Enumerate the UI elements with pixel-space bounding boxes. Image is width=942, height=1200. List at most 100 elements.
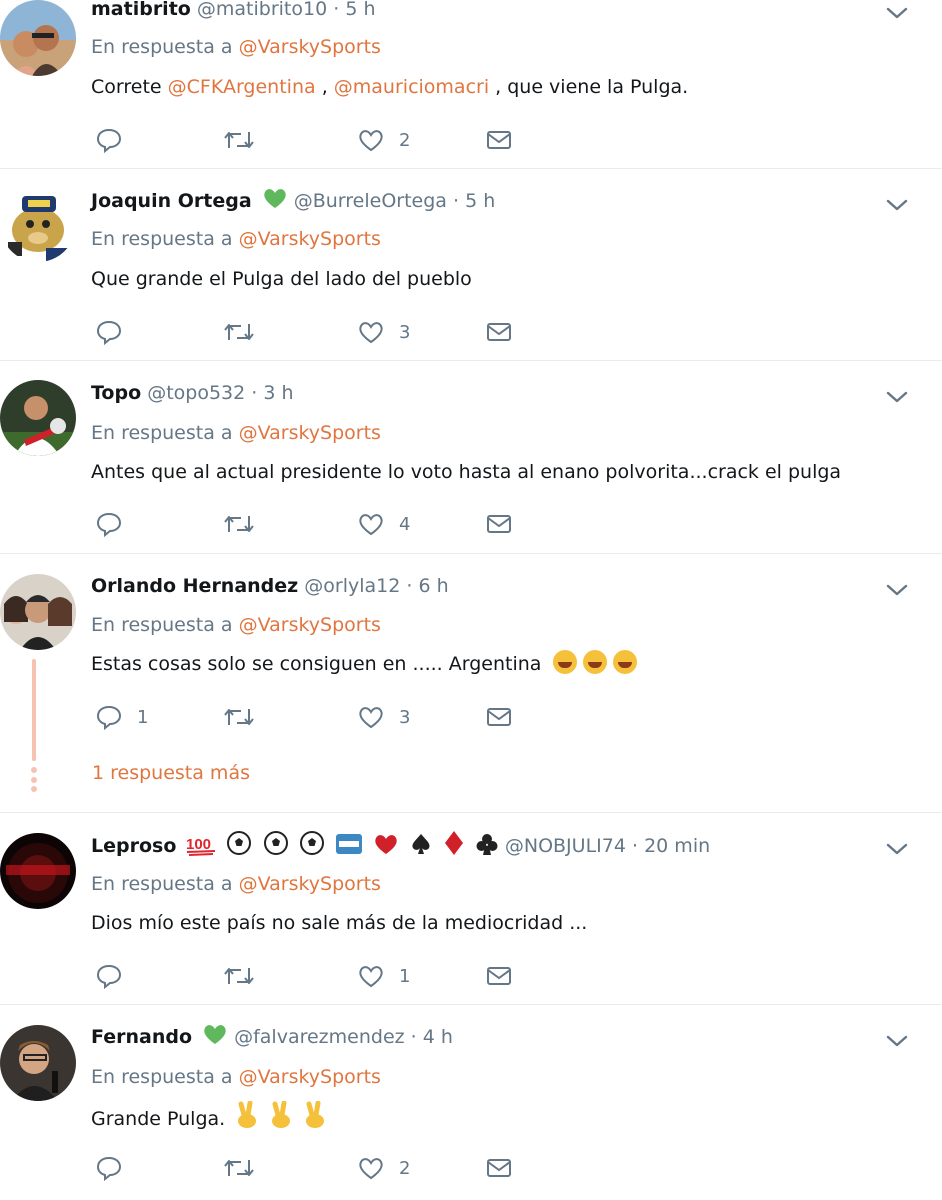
handle[interactable]: @BurreleOrtega: [294, 190, 447, 212]
tweet-header: Joaquin Ortega @BurreleOrtega · 5 h: [91, 186, 495, 216]
avatar[interactable]: [0, 0, 76, 76]
avatar[interactable]: [0, 1025, 76, 1101]
dm-button[interactable]: [485, 1153, 513, 1183]
dm-icon: [487, 515, 511, 533]
dm-button[interactable]: [485, 702, 513, 732]
dm-button[interactable]: [485, 317, 513, 347]
separator-dot: ·: [406, 575, 413, 597]
handle[interactable]: @NOBJULI74: [505, 835, 626, 857]
timestamp[interactable]: 5 h: [465, 190, 495, 212]
dm-icon: [487, 323, 511, 341]
retweet-button[interactable]: [223, 317, 269, 347]
spade-suit-icon: [412, 834, 430, 854]
chevron-down-icon[interactable]: [886, 1034, 908, 1048]
handle[interactable]: @topo532: [147, 382, 245, 404]
display-name[interactable]: Leproso: [91, 835, 176, 857]
text-segment: Correte: [91, 76, 168, 98]
timestamp[interactable]: 6 h: [418, 575, 448, 597]
reply-icon: [96, 512, 122, 538]
display-name[interactable]: Joaquin Ortega: [91, 190, 252, 212]
handle[interactable]: @falvarezmendez: [234, 1026, 405, 1048]
reply-prefix: En respuesta a: [91, 422, 233, 444]
retweet-icon: [224, 968, 254, 984]
timestamp[interactable]: 3 h: [263, 382, 293, 404]
chevron-down-icon[interactable]: [886, 842, 908, 856]
timestamp[interactable]: 5 h: [345, 0, 375, 20]
reply-mention[interactable]: @VarskySports: [239, 36, 381, 58]
reply-button[interactable]: [95, 1153, 137, 1183]
reply-button[interactable]: [95, 125, 137, 155]
tweet-header: Topo @topo532 · 3 h: [91, 378, 294, 408]
dm-button[interactable]: [485, 125, 513, 155]
reply-button[interactable]: 1: [95, 702, 148, 732]
reply-icon: [96, 964, 122, 990]
tweet: Orlando Hernandez @orlyla12 · 6 h En res…: [0, 571, 942, 803]
like-button[interactable]: 2: [357, 1153, 410, 1183]
reply-context: En respuesta a @VarskySports: [91, 1062, 381, 1092]
like-button[interactable]: 3: [357, 317, 410, 347]
mention-link[interactable]: @CFKArgentina: [168, 76, 316, 98]
reply-prefix: En respuesta a: [91, 36, 233, 58]
dm-button[interactable]: [485, 509, 513, 539]
reply-icon: [96, 1156, 122, 1182]
retweet-button[interactable]: [223, 961, 269, 991]
reply-mention[interactable]: @VarskySports: [239, 614, 381, 636]
avatar[interactable]: [0, 186, 76, 262]
emoji-decoration: 100: [176, 831, 504, 857]
retweet-icon: [224, 1160, 254, 1176]
retweet-button[interactable]: [223, 125, 269, 155]
retweet-button[interactable]: [223, 702, 269, 732]
dm-icon: [487, 708, 511, 726]
avatar[interactable]: [0, 574, 76, 650]
green-heart-icon: [263, 189, 286, 208]
handle[interactable]: @orlyla12: [304, 575, 400, 597]
chevron-down-icon[interactable]: [886, 6, 908, 20]
timestamp[interactable]: 4 h: [423, 1026, 453, 1048]
victory-hand-icon: [306, 1101, 325, 1128]
reply-button[interactable]: [95, 961, 137, 991]
reply-count: 1: [137, 706, 149, 728]
like-button[interactable]: 4: [357, 509, 410, 539]
display-name[interactable]: matibrito: [91, 0, 191, 20]
chevron-down-icon[interactable]: [886, 390, 908, 404]
avatar[interactable]: [0, 380, 76, 456]
dm-button[interactable]: [485, 961, 513, 991]
retweet-button[interactable]: [223, 1153, 269, 1183]
retweet-icon: [224, 132, 254, 148]
text-segment: , que viene la Pulga.: [489, 76, 689, 98]
reply-mention[interactable]: @VarskySports: [239, 873, 381, 895]
tweet: Topo @topo532 · 3 h En respuesta a @Vars…: [0, 378, 942, 548]
tweet-text: Dios mío este país no sale más de la med…: [91, 912, 588, 934]
reply-icon: [96, 320, 122, 346]
text-segment: Grande Pulga.: [91, 1108, 226, 1130]
separator-dot: ·: [333, 0, 340, 20]
reply-button[interactable]: [95, 509, 137, 539]
display-name[interactable]: Topo: [91, 382, 141, 404]
reply-mention[interactable]: @VarskySports: [239, 228, 381, 250]
tweet: Leproso 100 @NOBJULI74 · 20 min En respu…: [0, 830, 942, 1000]
reply-button[interactable]: [95, 317, 137, 347]
timestamp[interactable]: 20 min: [644, 835, 710, 857]
show-more-replies-link[interactable]: 1 respuesta más: [92, 758, 250, 788]
handle[interactable]: @matibrito10: [197, 0, 327, 20]
display-name[interactable]: Fernando: [91, 1026, 192, 1048]
like-count: 1: [399, 965, 411, 987]
reply-icon: [96, 128, 122, 154]
reply-mention[interactable]: @VarskySports: [239, 1066, 381, 1088]
reply-prefix: En respuesta a: [91, 1066, 233, 1088]
avatar[interactable]: [0, 833, 76, 909]
green-heart-icon: [204, 1025, 226, 1044]
chevron-down-icon[interactable]: [886, 583, 908, 597]
reply-mention[interactable]: @VarskySports: [239, 422, 381, 444]
like-button[interactable]: 3: [357, 702, 410, 732]
tweet: matibrito @matibrito10 · 5 h En respuest…: [0, 0, 942, 164]
thread-dot: [31, 777, 37, 783]
tweet: Fernando @falvarezmendez · 4 h En respue…: [0, 1022, 942, 1200]
like-button[interactable]: 2: [357, 125, 410, 155]
chevron-down-icon[interactable]: [886, 198, 908, 212]
mention-link[interactable]: @mauriciomacri: [334, 76, 489, 98]
like-button[interactable]: 1: [357, 961, 410, 991]
like-icon: [359, 130, 383, 152]
retweet-button[interactable]: [223, 509, 269, 539]
display-name[interactable]: Orlando Hernandez: [91, 575, 298, 597]
